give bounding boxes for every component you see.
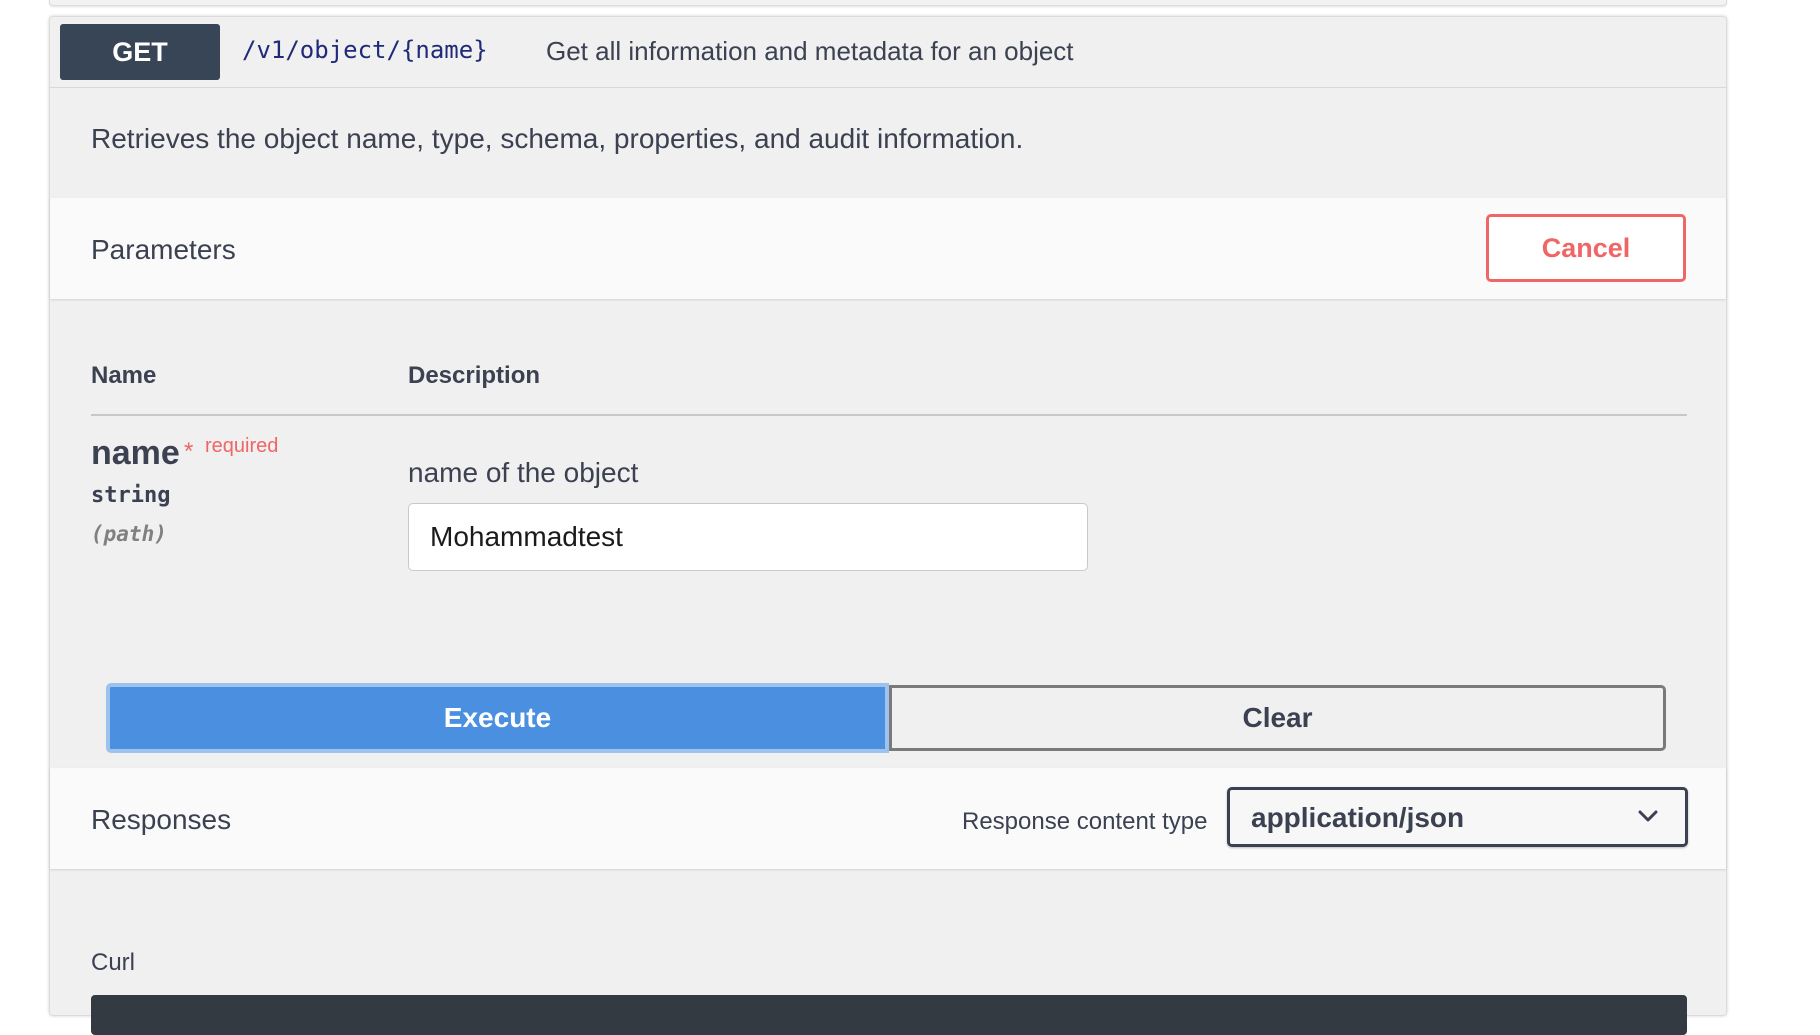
chevron-down-icon (1638, 810, 1658, 822)
parameters-header: Parameters Cancel (50, 198, 1726, 299)
responses-title: Responses (91, 804, 232, 835)
column-header-name: Name (91, 362, 157, 389)
parameters-title: Parameters (91, 234, 236, 265)
operation-description: Retrieves the object name, type, schema,… (91, 123, 1024, 154)
endpoint-path: /v1/object/{name} (242, 36, 488, 64)
parameter-name: name (91, 434, 180, 472)
operation-summary-text: Get all information and metadata for an … (546, 36, 1074, 66)
parameter-description: name of the object (408, 457, 639, 488)
curl-command-box (91, 995, 1687, 1035)
required-asterisk: * (184, 438, 194, 465)
response-content-type-select[interactable]: application/json (1227, 787, 1688, 847)
parameter-type: string (91, 483, 171, 508)
column-header-description: Description (408, 362, 541, 389)
cancel-button[interactable]: Cancel (1486, 214, 1686, 282)
previous-operation-block (49, 0, 1727, 6)
response-content-type-label: Response content type (962, 808, 1208, 835)
required-label: required (205, 435, 279, 457)
execute-button[interactable]: Execute (106, 683, 889, 753)
response-content-type-value: application/json (1251, 802, 1465, 833)
execute-clear-group: Execute Clear (106, 683, 1666, 753)
table-divider (91, 414, 1687, 416)
name-parameter-input[interactable] (408, 503, 1088, 571)
clear-button[interactable]: Clear (889, 685, 1666, 751)
method-badge: GET (60, 24, 220, 80)
responses-header: Responses Response content type applicat… (50, 768, 1726, 869)
parameter-location: (path) (91, 522, 167, 546)
curl-label: Curl (91, 949, 136, 976)
operation-block: GET /v1/object/{name} Get all informatio… (49, 16, 1727, 1035)
operation-summary[interactable]: GET /v1/object/{name} Get all informatio… (50, 17, 1726, 88)
